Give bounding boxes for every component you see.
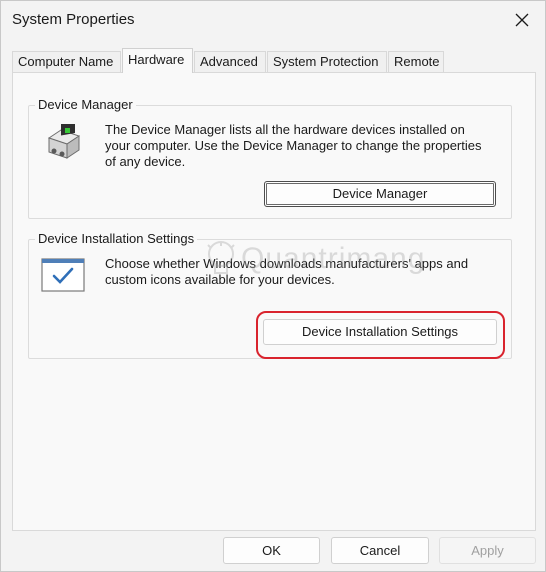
description-line: custom icons available for your devices. — [105, 272, 335, 287]
device-manager-button[interactable]: Device Manager — [264, 181, 496, 207]
tab-label: Remote — [394, 54, 440, 69]
device-manager-legend: Device Manager — [35, 97, 136, 113]
tab-label: System Protection — [273, 54, 379, 69]
tab-label: Hardware — [128, 52, 185, 67]
device-manager-group: Device Manager The Device Manager lists … — [28, 97, 512, 219]
cancel-button[interactable]: Cancel — [331, 537, 429, 564]
window-title: System Properties — [12, 11, 135, 28]
tab-computer-name[interactable]: Computer Name — [12, 51, 121, 72]
description-line: your computer. Use the Device Manager to… — [105, 138, 482, 153]
tab-system-protection[interactable]: System Protection — [267, 51, 387, 72]
device-installation-description: Choose whether Windows downloads manufac… — [105, 256, 505, 288]
device-installation-legend: Device Installation Settings — [35, 231, 198, 247]
description-line: Choose whether Windows downloads manufac… — [105, 256, 469, 271]
description-line: The Device Manager lists all the hardwar… — [105, 122, 465, 137]
description-line: of any device. — [105, 154, 186, 169]
tab-label: Advanced — [200, 54, 258, 69]
device-installation-settings-button[interactable]: Device Installation Settings — [263, 319, 497, 345]
tab-remote[interactable]: Remote — [388, 51, 444, 72]
apply-button[interactable]: Apply — [439, 537, 536, 564]
system-properties-window: System Properties Computer Name Hardware… — [0, 0, 546, 572]
close-button[interactable] — [499, 1, 545, 39]
checkbox-window-icon — [41, 258, 85, 292]
tab-hardware[interactable]: Hardware — [122, 48, 193, 73]
tab-strip: Computer Name Hardware Advanced System P… — [12, 48, 542, 73]
tab-label: Computer Name — [18, 54, 114, 69]
close-icon — [515, 13, 529, 27]
tab-advanced[interactable]: Advanced — [194, 51, 266, 72]
device-manager-description: The Device Manager lists all the hardwar… — [105, 122, 505, 170]
ok-button[interactable]: OK — [223, 537, 320, 564]
device-manager-icon — [47, 124, 81, 159]
title-bar[interactable]: System Properties — [1, 1, 545, 41]
hardware-panel: Device Manager The Device Manager lists … — [12, 72, 536, 531]
device-installation-group: Device Installation Settings Choose whet… — [28, 231, 512, 359]
